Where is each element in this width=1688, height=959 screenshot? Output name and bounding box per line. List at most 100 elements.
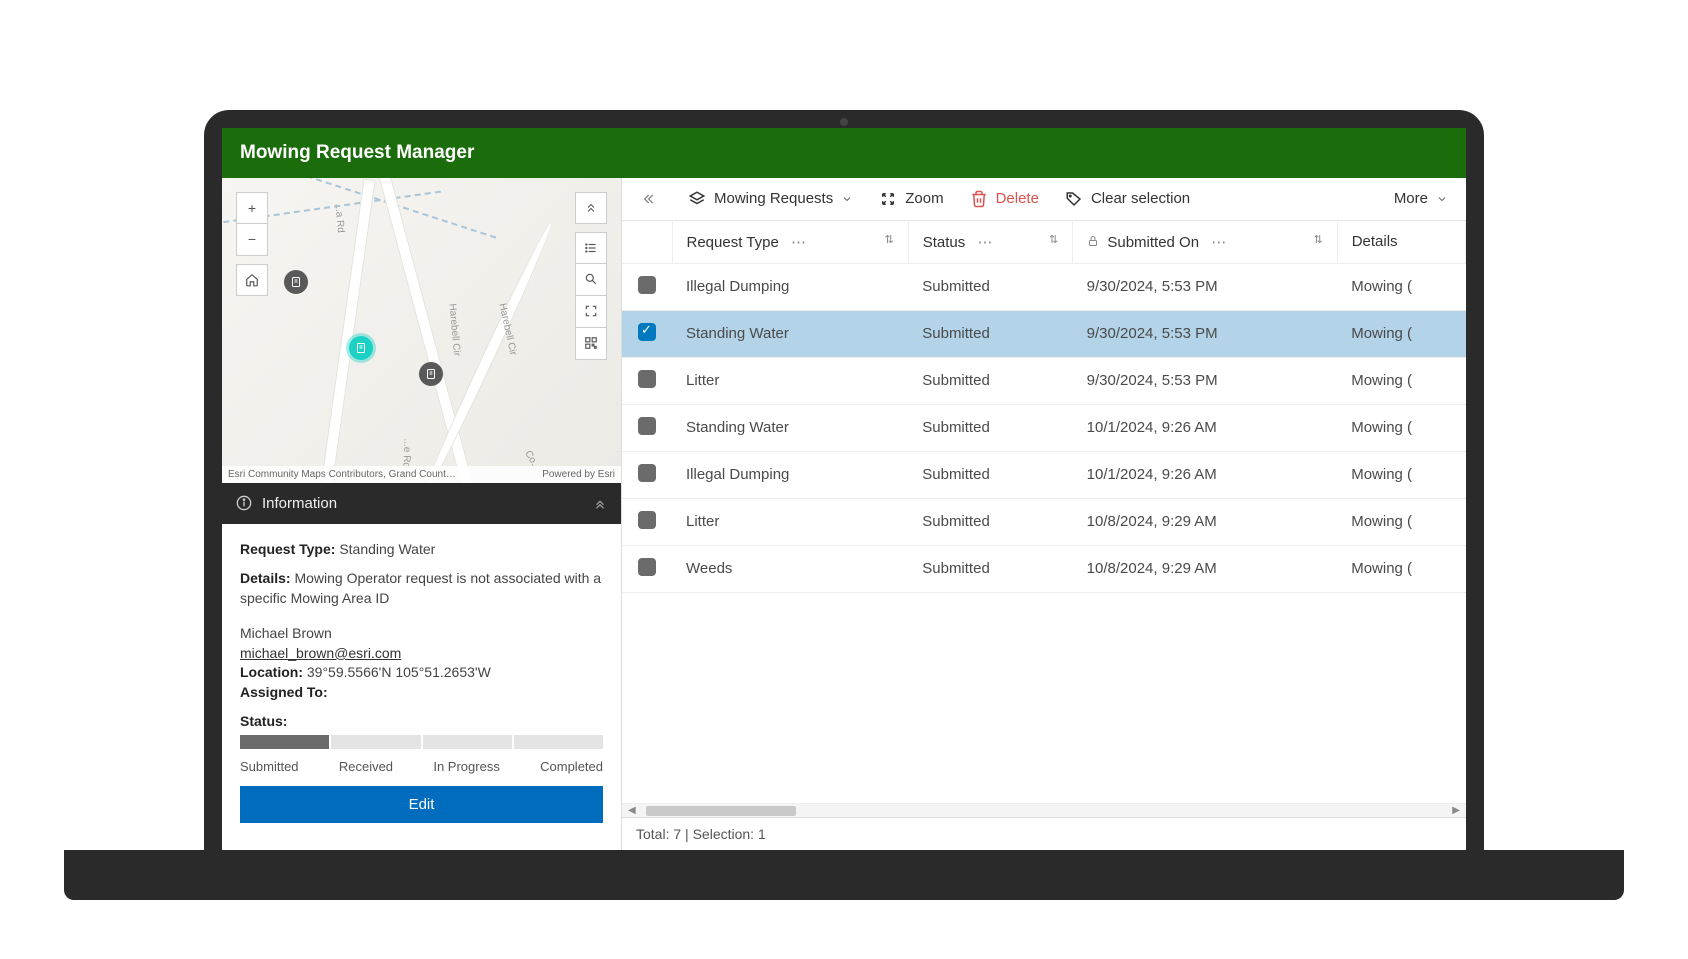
row-checkbox[interactable]	[638, 417, 656, 435]
row-checkbox[interactable]	[638, 276, 656, 294]
more-dots-icon[interactable]: ⋯	[791, 234, 806, 251]
map-attribution: Esri Community Maps Contributors, Grand …	[222, 466, 621, 483]
scroll-right-arrow[interactable]: ▶	[1452, 805, 1460, 816]
status-stepper: Status: Submitted Received In Progress C…	[240, 713, 603, 774]
more-label: More	[1394, 190, 1428, 207]
collapse-panel-icon[interactable]	[640, 191, 662, 207]
cell-status: Submitted	[908, 404, 1072, 451]
sort-icon[interactable]: ⇅	[885, 233, 894, 246]
fullscreen-button[interactable]	[575, 296, 607, 328]
cell-submitted: 9/30/2024, 5:53 PM	[1073, 263, 1338, 310]
map-feature-pin[interactable]	[419, 362, 443, 386]
col-status[interactable]: Status ⇅ ⋯	[908, 221, 1072, 264]
collapse-up-icon[interactable]	[593, 496, 607, 510]
status-step-labels: Submitted Received In Progress Completed	[240, 759, 603, 774]
cell-details: Mowing (	[1337, 451, 1465, 498]
expand-button[interactable]	[575, 192, 607, 224]
map-feature-pin[interactable]	[284, 270, 308, 294]
more-dots-icon[interactable]: ⋯	[977, 234, 992, 251]
left-panel: Harebell Cir Harebell Cir ...a Rd ...e R…	[222, 178, 622, 850]
info-contact-email-link[interactable]: michael_brown@esri.com	[240, 645, 401, 661]
clear-selection-button[interactable]: Clear selection	[1065, 190, 1190, 208]
more-menu[interactable]: More	[1394, 190, 1448, 207]
status-seg-submitted	[240, 735, 329, 749]
layer-label: Mowing Requests	[714, 190, 833, 207]
col-request-type[interactable]: Request Type ⇅ ⋯	[672, 221, 908, 264]
col-submitted-on[interactable]: Submitted On ⇅ ⋯	[1073, 221, 1338, 264]
table-footer: Total: 7 | Selection: 1	[622, 817, 1466, 850]
status-seg-received	[331, 735, 420, 749]
row-checkbox[interactable]	[638, 323, 656, 341]
table-row[interactable]: Standing WaterSubmitted9/30/2024, 5:53 P…	[622, 310, 1466, 357]
cell-type: Standing Water	[672, 310, 908, 357]
attribution-right: Powered by Esri	[542, 469, 615, 480]
cell-status: Submitted	[908, 498, 1072, 545]
layers-icon	[688, 190, 706, 208]
search-button[interactable]	[575, 264, 607, 296]
status-step-label: Completed	[540, 759, 603, 774]
cell-details: Mowing (	[1337, 404, 1465, 451]
cell-details: Mowing (	[1337, 545, 1465, 592]
scroll-thumb[interactable]	[646, 806, 796, 816]
chevron-down-icon	[1436, 193, 1448, 205]
info-contact: Michael Brown michael_brown@esri.com Loc…	[240, 624, 603, 702]
row-checkbox[interactable]	[638, 511, 656, 529]
table-row[interactable]: Illegal DumpingSubmitted10/1/2024, 9:26 …	[622, 451, 1466, 498]
cell-status: Submitted	[908, 357, 1072, 404]
row-checkbox[interactable]	[638, 464, 656, 482]
cell-submitted: 9/30/2024, 5:53 PM	[1073, 310, 1338, 357]
table-container[interactable]: Request Type ⇅ ⋯ Status ⇅ ⋯	[622, 221, 1466, 803]
cell-status: Submitted	[908, 451, 1072, 498]
horizontal-scrollbar[interactable]: ◀ ▶	[622, 803, 1466, 817]
table-row[interactable]: LitterSubmitted10/8/2024, 9:29 AMMowing …	[622, 498, 1466, 545]
laptop-base	[64, 850, 1624, 900]
qr-button[interactable]	[575, 328, 607, 360]
layer-list-button[interactable]	[575, 232, 607, 264]
status-seg-inprogress	[423, 735, 512, 749]
zoom-in-button[interactable]: +	[236, 192, 268, 224]
app-title: Mowing Request Manager	[240, 142, 474, 163]
cell-type: Litter	[672, 357, 908, 404]
col-details[interactable]: Details	[1337, 221, 1465, 264]
row-checkbox[interactable]	[638, 558, 656, 576]
layer-selector[interactable]: Mowing Requests	[688, 190, 853, 208]
zoom-to-icon	[879, 190, 897, 208]
zoom-out-button[interactable]: −	[236, 224, 268, 256]
cell-type: Illegal Dumping	[672, 263, 908, 310]
map-view[interactable]: Harebell Cir Harebell Cir ...a Rd ...e R…	[222, 178, 621, 483]
cell-submitted: 10/8/2024, 9:29 AM	[1073, 498, 1338, 545]
row-checkbox[interactable]	[638, 370, 656, 388]
more-dots-icon[interactable]: ⋯	[1211, 234, 1226, 251]
table-toolbar: Mowing Requests Zoom	[622, 178, 1466, 221]
table-row[interactable]: Standing WaterSubmitted10/1/2024, 9:26 A…	[622, 404, 1466, 451]
info-details: Details: Mowing Operator request is not …	[240, 569, 603, 608]
cell-details: Mowing (	[1337, 310, 1465, 357]
cell-type: Weeds	[672, 545, 908, 592]
col-select[interactable]	[622, 221, 672, 264]
home-button[interactable]	[236, 264, 268, 296]
status-label: Status:	[240, 713, 287, 729]
footer-total-label: Total:	[636, 826, 669, 842]
table-row[interactable]: WeedsSubmitted10/8/2024, 9:29 AMMowing (	[622, 545, 1466, 592]
zoom-label: Zoom	[905, 190, 943, 207]
cell-submitted: 10/8/2024, 9:29 AM	[1073, 545, 1338, 592]
attribution-left: Esri Community Maps Contributors, Grand …	[228, 469, 456, 480]
table-body: Illegal DumpingSubmitted9/30/2024, 5:53 …	[622, 263, 1466, 592]
info-icon	[236, 495, 252, 511]
app-screen: Mowing Request Manager Harebell Cir Hare…	[222, 128, 1466, 850]
scroll-left-arrow[interactable]: ◀	[628, 805, 636, 816]
sort-icon[interactable]: ⇅	[1049, 233, 1058, 246]
cell-details: Mowing (	[1337, 357, 1465, 404]
table-row[interactable]: Illegal DumpingSubmitted9/30/2024, 5:53 …	[622, 263, 1466, 310]
delete-button[interactable]: Delete	[970, 190, 1039, 208]
sort-icon[interactable]: ⇅	[1313, 233, 1322, 246]
map-feature-pin-selected[interactable]	[349, 336, 373, 360]
road-label: ...e Rd	[400, 438, 412, 468]
info-panel-title: Information	[262, 495, 337, 512]
edit-button[interactable]: Edit	[240, 786, 603, 823]
info-panel-header[interactable]: Information	[222, 483, 621, 524]
status-step-label: Submitted	[240, 759, 299, 774]
zoom-to-button[interactable]: Zoom	[879, 190, 943, 208]
table-row[interactable]: LitterSubmitted9/30/2024, 5:53 PMMowing …	[622, 357, 1466, 404]
main-area: Harebell Cir Harebell Cir ...a Rd ...e R…	[222, 178, 1466, 850]
